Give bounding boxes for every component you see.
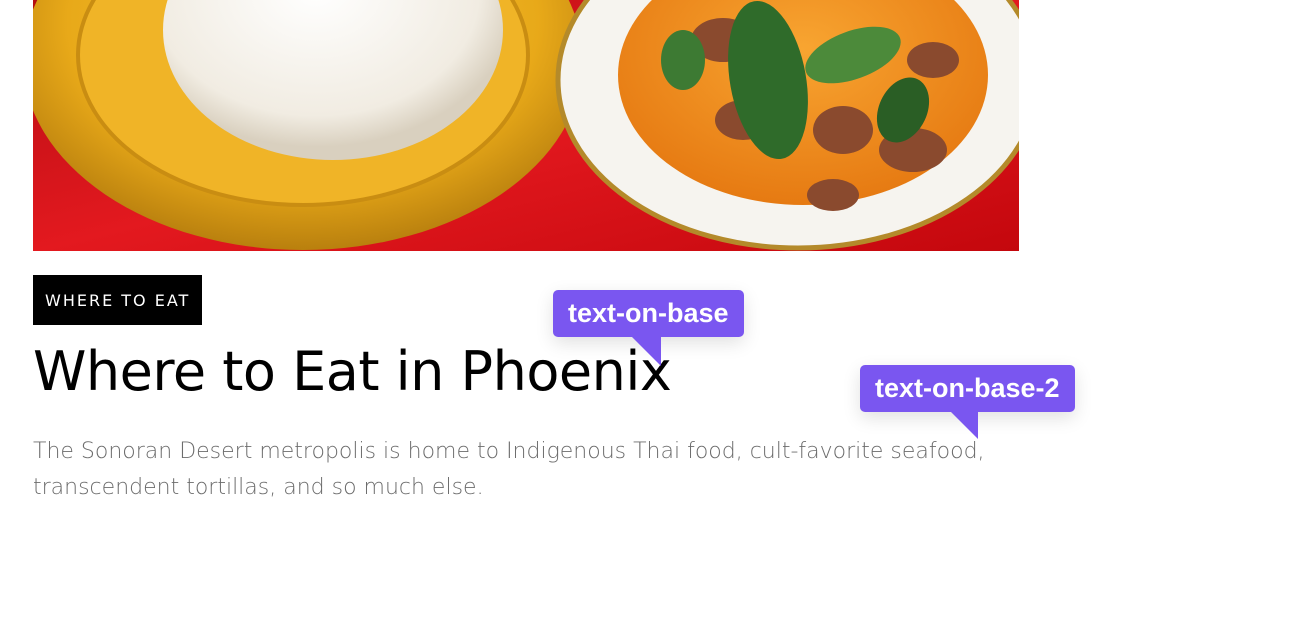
token-label-text: text-on-base xyxy=(568,298,729,328)
token-label-text: text-on-base-2 xyxy=(875,373,1060,403)
hero-image[interactable] xyxy=(33,0,1019,251)
pointer-arrow-icon xyxy=(631,336,661,366)
article-title[interactable]: Where to Eat in Phoenix xyxy=(33,336,672,408)
pointer-arrow-icon xyxy=(950,411,978,439)
token-label-text-on-base-2: text-on-base-2 xyxy=(860,365,1075,439)
article-dek: The Sonoran Desert metropolis is home to… xyxy=(33,439,985,500)
token-label-text-on-base: text-on-base xyxy=(553,290,744,366)
food-photo-icon xyxy=(33,0,1019,251)
category-tag[interactable]: WHERE TO EAT xyxy=(33,275,203,325)
